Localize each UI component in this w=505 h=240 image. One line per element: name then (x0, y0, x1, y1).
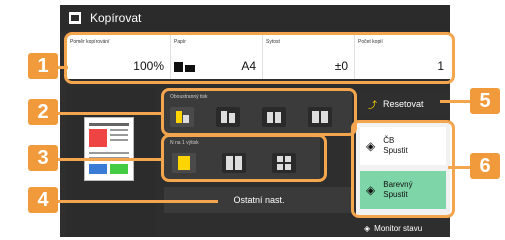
page-title: Kopírovat (90, 11, 142, 25)
callout-badge-3: 3 (28, 145, 58, 171)
callout-badge-5: 5 (470, 88, 500, 114)
title-bar: Kopírovat (60, 5, 450, 31)
monitor-label: Monitor stavu (374, 223, 423, 233)
reset-button[interactable]: ⤴ Resetovat (360, 91, 450, 117)
callout-line-2 (58, 112, 164, 115)
preview-panel (66, 87, 156, 237)
callout-badge-2: 2 (28, 99, 58, 125)
callout-ring-6 (351, 120, 455, 218)
callout-ring-2 (161, 88, 357, 136)
callout-line-3 (58, 158, 164, 161)
copy-app-icon (69, 12, 81, 24)
callout-line-5 (440, 100, 470, 103)
callout-line-1 (58, 66, 68, 69)
callout-line-6 (448, 166, 470, 169)
document-preview (84, 117, 134, 181)
callout-badge-1: 1 (28, 53, 58, 79)
reset-label: Resetovat (383, 99, 424, 109)
callout-ring-1 (64, 32, 455, 84)
callout-badge-4: 4 (28, 187, 58, 213)
reset-icon: ⤴ (368, 99, 378, 110)
monitor-icon: ◈ (364, 223, 371, 233)
callout-ring-3 (161, 134, 327, 182)
callout-badge-6: 6 (470, 153, 500, 179)
status-monitor-button[interactable]: ◈ Monitor stavu (360, 219, 450, 237)
callout-line-4 (58, 200, 218, 203)
other-settings-label: Ostatní nast. (233, 195, 285, 205)
